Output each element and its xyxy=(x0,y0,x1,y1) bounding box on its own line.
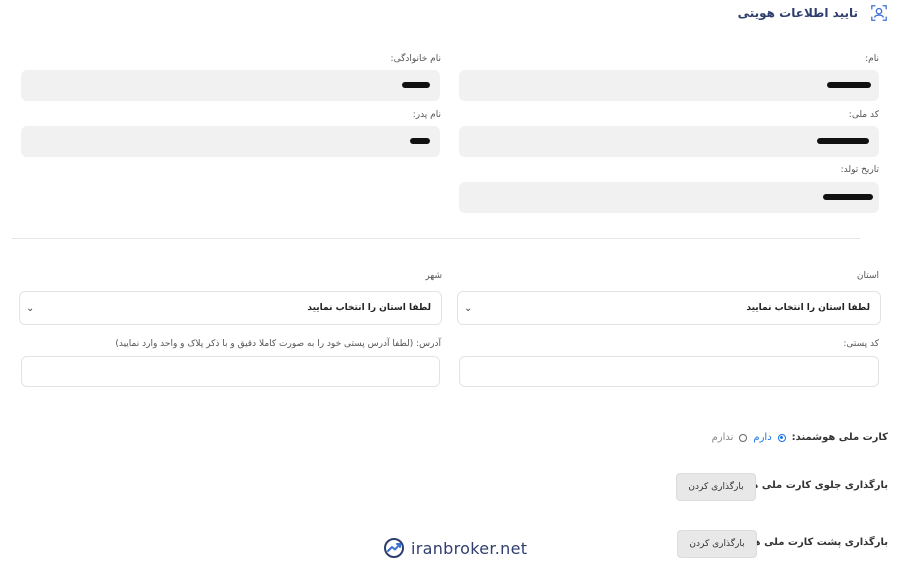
first-name-label: نام: xyxy=(865,54,879,64)
page-title: تایید اطلاعات هویتی xyxy=(737,6,858,20)
chevron-down-icon: ⌄ xyxy=(464,302,473,314)
back-upload-button[interactable]: بارگذاری کردن xyxy=(677,530,757,558)
radio-no-label[interactable]: ندارم xyxy=(712,432,734,443)
address-input[interactable] xyxy=(21,356,440,387)
brand-watermark: iranbroker.net xyxy=(383,537,527,559)
redacted-value xyxy=(823,194,873,200)
city-selected-value: لطفا استان را انتخاب نمایید xyxy=(307,303,431,313)
last-name-field[interactable] xyxy=(21,70,440,101)
postal-code-input[interactable] xyxy=(459,356,879,387)
last-name-label: نام خانوادگی: xyxy=(390,54,441,64)
radio-yes[interactable] xyxy=(777,433,786,442)
province-select[interactable]: ⌄ لطفا استان را انتخاب نمایید xyxy=(457,291,881,325)
address-label: آدرس: (لطفا آدرس پستی خود را به صورت کام… xyxy=(115,339,441,349)
user-verify-icon xyxy=(871,5,887,21)
birth-date-label: تاریخ تولد: xyxy=(840,165,879,175)
province-selected-value: لطفا استان را انتخاب نمایید xyxy=(746,303,870,313)
section-divider xyxy=(12,238,860,239)
postal-code-label: کد پستی: xyxy=(843,339,879,349)
redacted-value xyxy=(827,82,871,88)
city-label: شهر xyxy=(425,271,442,281)
father-name-field[interactable] xyxy=(21,126,440,157)
first-name-field[interactable] xyxy=(459,70,879,101)
front-upload-button[interactable]: بارگذاری کردن xyxy=(676,473,756,501)
radio-yes-label[interactable]: دارم xyxy=(753,432,771,443)
birth-date-field[interactable] xyxy=(459,182,879,213)
trend-up-icon xyxy=(384,538,404,558)
radio-no[interactable] xyxy=(739,433,748,442)
redacted-value xyxy=(817,138,869,144)
redacted-value xyxy=(410,138,430,144)
smart-card-question: کارت ملی هوشمند: xyxy=(791,432,888,443)
province-label: استان xyxy=(856,271,879,281)
national-code-label: کد ملی: xyxy=(848,110,879,120)
redacted-value xyxy=(402,82,430,88)
smart-card-radio-group: کارت ملی هوشمند: دارم ندارم xyxy=(712,432,888,443)
city-select[interactable]: ⌄ لطفا استان را انتخاب نمایید xyxy=(19,291,442,325)
chevron-down-icon: ⌄ xyxy=(26,302,35,314)
national-code-field[interactable] xyxy=(459,126,879,157)
brand-name: iranbroker.net xyxy=(411,538,528,558)
father-name-label: نام پدر: xyxy=(412,110,441,120)
